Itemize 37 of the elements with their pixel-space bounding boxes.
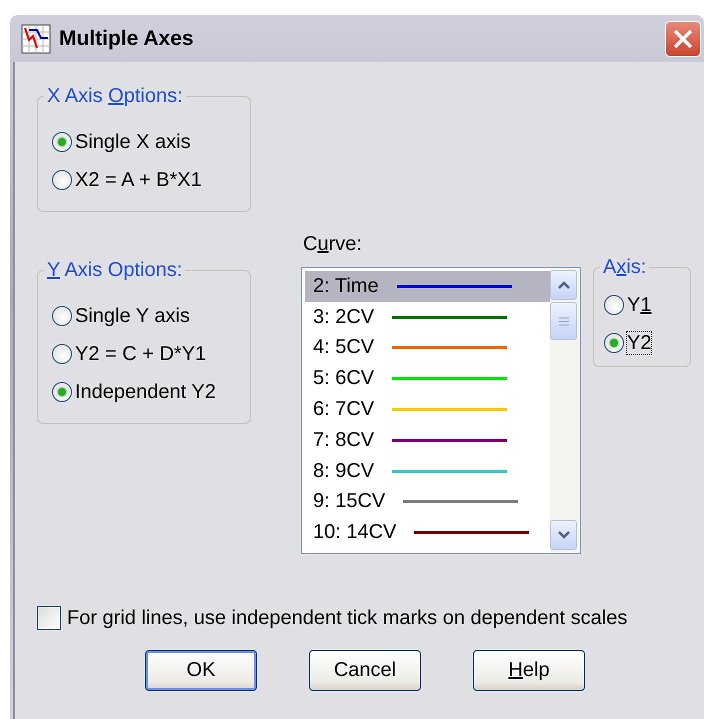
checkbox-label: For grid lines, use independent tick marks on dependent scales bbox=[67, 606, 628, 630]
curve-list-item[interactable]: 7: 8CV bbox=[305, 424, 550, 456]
radio-label: Single Y axis bbox=[75, 305, 190, 327]
radio-button[interactable] bbox=[52, 382, 72, 402]
radio-button[interactable] bbox=[604, 333, 624, 353]
curve-list-item[interactable]: 9: 15CV bbox=[305, 486, 550, 518]
curve-list-item[interactable]: 5: 6CV bbox=[305, 363, 550, 394]
radio-label: X2 = A + B*X1 bbox=[75, 169, 202, 191]
curve-list-item[interactable]: 4: 5CV bbox=[305, 332, 550, 364]
curve-list-item[interactable]: 3: 2CV bbox=[305, 302, 550, 333]
curve-list-item[interactable]: 6: 7CV bbox=[305, 394, 550, 425]
radio-label: Y2 = C + D*Y1 bbox=[75, 343, 206, 365]
radio-label: Single X axis bbox=[75, 131, 191, 153]
scroll-down-button[interactable] bbox=[550, 520, 577, 550]
radio-label: Independent Y2 bbox=[75, 381, 216, 403]
dialog-button[interactable]: Cancel bbox=[309, 650, 421, 691]
curve-list-item[interactable]: 8: 9CV bbox=[305, 456, 550, 487]
dialog-button[interactable]: Help bbox=[473, 650, 585, 691]
close-icon bbox=[672, 28, 694, 50]
dialog-button[interactable]: OK bbox=[145, 650, 257, 691]
curve-list-item[interactable]: 10: 14CV bbox=[305, 517, 550, 548]
close-button[interactable] bbox=[665, 20, 701, 56]
chart-icon bbox=[21, 24, 51, 54]
radio-button[interactable] bbox=[52, 344, 72, 364]
window-title: Multiple Axes bbox=[59, 26, 194, 50]
checkbox[interactable] bbox=[37, 606, 61, 630]
scroll-thumb[interactable] bbox=[550, 302, 577, 340]
radio-label: Y1 bbox=[627, 294, 652, 316]
curve-list-item[interactable]: 2: Time bbox=[305, 271, 550, 302]
scroll-up-button[interactable] bbox=[550, 270, 577, 300]
radio-button[interactable] bbox=[604, 295, 624, 315]
radio-button[interactable] bbox=[52, 170, 72, 190]
radio-button[interactable] bbox=[52, 306, 72, 326]
list-label: Curve: bbox=[303, 233, 363, 255]
radio-button[interactable] bbox=[52, 132, 72, 152]
radio-label: Y2 bbox=[627, 332, 652, 354]
scrollbar[interactable] bbox=[550, 268, 580, 553]
